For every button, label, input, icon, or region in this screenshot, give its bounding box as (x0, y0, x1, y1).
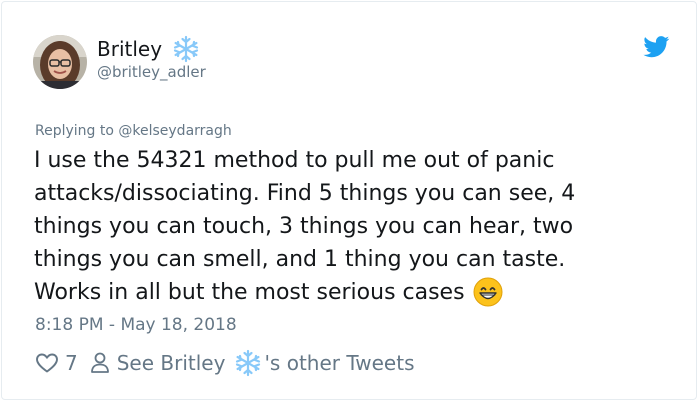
tweet-line: attacks/dissociating. Find 5 things you … (34, 181, 576, 206)
tweet-line-last: Works in all but the most serious cases (34, 276, 664, 309)
tweet-text: I use the 54321 method to pull me out of… (34, 144, 664, 309)
tweet-line: I use the 54321 method to pull me out of… (34, 148, 555, 173)
author-name-text: Britley (97, 37, 163, 61)
tweet-line-text: Works in all but the most serious cases (34, 280, 465, 305)
snowflake-icon (234, 349, 262, 377)
snowflake-icon (172, 35, 200, 63)
avatar-photo (33, 35, 87, 89)
see-link-prefix: See Britley (116, 351, 226, 375)
avatar[interactable] (33, 35, 87, 89)
twitter-bird-icon[interactable] (643, 36, 670, 58)
see-link-suffix: 's other Tweets (264, 351, 415, 375)
replying-to[interactable]: Replying to @kelseydarragh (35, 121, 232, 141)
author-handle[interactable]: @britley_adler (97, 62, 206, 82)
person-icon[interactable] (90, 351, 110, 375)
see-other-tweets-link[interactable]: See Britley 's other Tweets (117, 349, 415, 377)
tweet-actions: 7 See Britley 's other Tweets (35, 348, 415, 378)
tweet-line: things you can touch, 3 things you can h… (34, 214, 574, 239)
like-count[interactable]: 7 (65, 351, 78, 375)
tweet-timestamp[interactable]: 8:18 PM - May 18, 2018 (35, 313, 237, 337)
tweet-card: Britley @britley_adler Replying to @kels… (1, 1, 697, 400)
tweet-line: things you can smell, and 1 thing you ca… (34, 247, 566, 272)
like-heart-icon[interactable] (35, 351, 59, 375)
grinning-face-icon (473, 277, 503, 307)
author-display-name[interactable]: Britley (97, 35, 200, 63)
